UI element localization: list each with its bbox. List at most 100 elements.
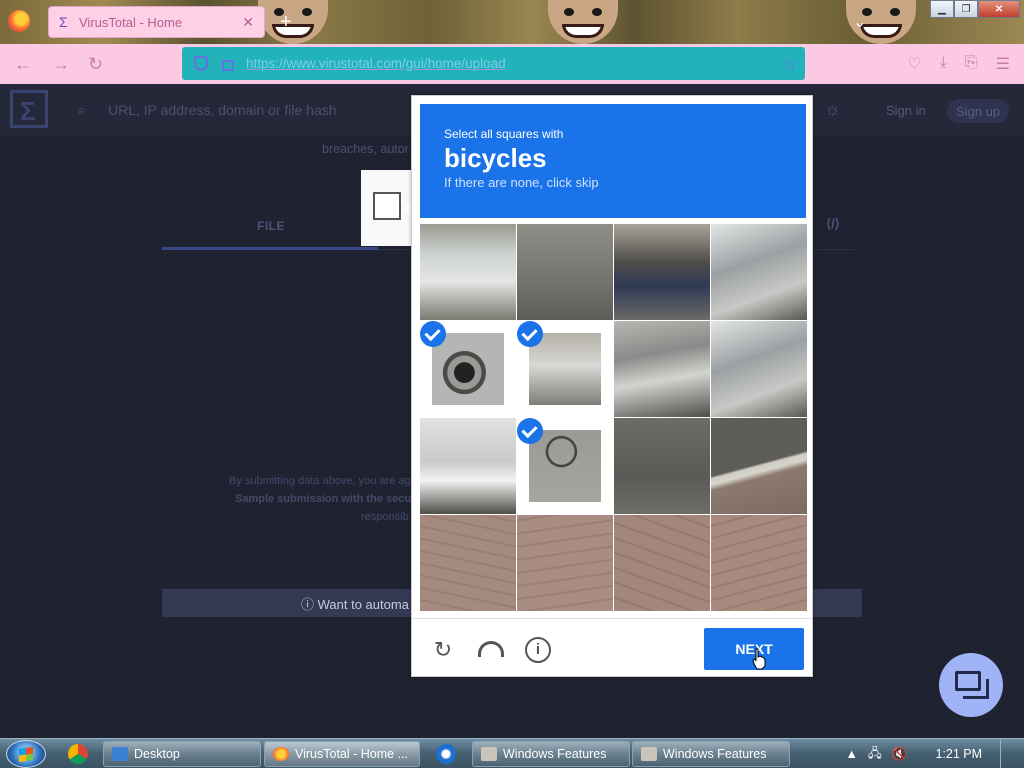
reload-icon[interactable]: ↻ bbox=[88, 54, 103, 75]
sign-up-button[interactable]: Sign up bbox=[947, 99, 1009, 123]
captcha-tile-image bbox=[614, 515, 710, 611]
maximize-button[interactable]: ❐ bbox=[954, 0, 978, 18]
new-tab-button[interactable]: + bbox=[280, 11, 292, 34]
captcha-tile-image bbox=[517, 515, 613, 611]
captcha-tile-image bbox=[711, 515, 807, 611]
captcha-tile[interactable] bbox=[420, 418, 516, 514]
close-window-button[interactable]: ✕ bbox=[978, 0, 1020, 18]
list-all-tabs-icon[interactable]: ⌄ bbox=[853, 12, 866, 32]
back-icon[interactable]: ← bbox=[14, 54, 32, 75]
tracking-shield-icon[interactable] bbox=[194, 56, 208, 71]
clock[interactable]: 1:21 PM bbox=[935, 747, 982, 761]
browser-tab-virustotal[interactable]: Σ VirusTotal - Home ✕ bbox=[48, 6, 265, 38]
terms-text: By submitting data above, you are ag bbox=[229, 475, 411, 487]
chat-button[interactable] bbox=[939, 653, 1003, 717]
captcha-tile[interactable] bbox=[517, 321, 613, 417]
virustotal-logo[interactable] bbox=[10, 90, 48, 128]
network-icon[interactable]: 🖧 bbox=[868, 744, 882, 765]
captcha-tile[interactable] bbox=[420, 321, 516, 417]
taskbar-item-virustotal[interactable]: VirusTotal - Home ... bbox=[264, 741, 420, 767]
captcha-tile[interactable] bbox=[517, 418, 613, 514]
search-input[interactable]: URL, IP address, domain or file hash bbox=[108, 102, 337, 118]
captcha-hint: If there are none, click skip bbox=[444, 175, 599, 190]
banner-text: ⓘ Want to automa bbox=[301, 596, 409, 612]
system-tray: ▲ 🖧 🔇 1:21 PM bbox=[846, 739, 1024, 768]
sign-in-link[interactable]: Sign in bbox=[886, 103, 926, 118]
captcha-tile[interactable] bbox=[711, 321, 807, 417]
browser-tab-strip: Σ VirusTotal - Home ✕ + ⌄ ▁ ❐ ✕ bbox=[0, 0, 1024, 44]
captcha-challenge: Select all squares with bicycles If ther… bbox=[411, 95, 813, 677]
captcha-tile-image bbox=[420, 418, 516, 514]
firefox-icon[interactable] bbox=[8, 10, 30, 32]
captcha-tile-image bbox=[711, 321, 807, 417]
menu-icon[interactable]: ☰ bbox=[996, 54, 1010, 74]
captcha-instruction: Select all squares with bbox=[444, 127, 564, 141]
window-controls: ▁ ❐ ✕ bbox=[930, 0, 1020, 18]
pocket-icon[interactable]: ♡ bbox=[907, 54, 921, 74]
tab-title: VirusTotal - Home bbox=[79, 14, 183, 30]
terms-text-end: responsib bbox=[361, 511, 409, 523]
reload-challenge-icon[interactable]: ↻ bbox=[430, 637, 456, 663]
captcha-tile[interactable] bbox=[420, 515, 516, 611]
show-desktop-button[interactable] bbox=[1000, 739, 1012, 768]
wallpaper-face-image bbox=[258, 0, 328, 44]
minimize-button[interactable]: ▁ bbox=[930, 0, 954, 18]
start-button[interactable] bbox=[6, 740, 46, 768]
tab-close-icon[interactable]: ✕ bbox=[242, 14, 254, 31]
url-bar[interactable]: https://www.virustotal.com/gui/home/uplo… bbox=[182, 47, 805, 80]
intro-text: breaches, autor bbox=[322, 142, 409, 156]
taskbar-item-desktop[interactable]: Desktop bbox=[103, 741, 261, 767]
url-text[interactable]: https://www.virustotal.com/gui/home/uplo… bbox=[246, 56, 506, 71]
captcha-tile[interactable] bbox=[711, 418, 807, 514]
toolbar-icons: ♡ ⤓ ⎘ ☰ bbox=[907, 54, 1010, 74]
bookmark-star-icon[interactable]: ☆ bbox=[783, 54, 797, 74]
captcha-tile[interactable] bbox=[711, 224, 807, 320]
forward-icon[interactable]: → bbox=[52, 54, 70, 75]
active-tab-indicator bbox=[162, 247, 378, 250]
windows-taskbar: Desktop VirusTotal - Home ... Windows Fe… bbox=[0, 738, 1024, 768]
captcha-checkbox[interactable] bbox=[373, 192, 401, 220]
show-hidden-icons[interactable]: ▲ bbox=[846, 747, 858, 761]
chrome-icon[interactable] bbox=[68, 744, 88, 764]
captcha-tile[interactable] bbox=[517, 224, 613, 320]
downloads-icon[interactable]: ⤓ bbox=[940, 54, 947, 74]
wallpaper-face-image bbox=[548, 0, 618, 44]
captcha-tile-image bbox=[614, 418, 710, 514]
theme-toggle-icon[interactable]: ☼ bbox=[824, 99, 841, 120]
selected-check-icon bbox=[420, 321, 446, 347]
windows-features-icon bbox=[641, 747, 657, 761]
volume-muted-icon[interactable]: 🔇 bbox=[892, 747, 908, 762]
api-code-icon[interactable]: ⟨/⟩ bbox=[826, 216, 840, 232]
virustotal-favicon-icon: Σ bbox=[59, 14, 68, 30]
captcha-tile-image bbox=[432, 333, 504, 405]
captcha-tile[interactable] bbox=[711, 515, 807, 611]
lock-icon[interactable] bbox=[222, 60, 234, 71]
ie-icon[interactable] bbox=[436, 744, 456, 764]
captcha-image-grid bbox=[420, 224, 807, 611]
hand-cursor-icon bbox=[752, 648, 766, 670]
captcha-tile[interactable] bbox=[517, 515, 613, 611]
captcha-tile-image bbox=[420, 224, 516, 320]
captcha-tile-image bbox=[529, 333, 601, 405]
taskbar-item-windows-features[interactable]: Windows Features bbox=[472, 741, 630, 767]
captcha-tile[interactable] bbox=[420, 224, 516, 320]
search-icon: ⌕ bbox=[78, 102, 86, 117]
captcha-tile-image bbox=[614, 321, 710, 417]
info-icon[interactable]: i bbox=[525, 637, 551, 663]
desktop-icon bbox=[112, 747, 128, 761]
tab-file[interactable]: FILE bbox=[257, 219, 285, 233]
audio-challenge-icon[interactable] bbox=[478, 641, 504, 657]
terms-text-bold: Sample submission with the secu bbox=[235, 493, 412, 505]
captcha-tile[interactable] bbox=[614, 418, 710, 514]
taskbar-item-windows-features-2[interactable]: Windows Features bbox=[632, 741, 790, 767]
captcha-tile[interactable] bbox=[614, 224, 710, 320]
captcha-tile-image bbox=[614, 224, 710, 320]
extensions-icon[interactable]: ⎘ bbox=[965, 54, 978, 74]
captcha-tile[interactable] bbox=[614, 515, 710, 611]
captcha-header: Select all squares with bicycles If ther… bbox=[420, 104, 806, 218]
captcha-tile-image bbox=[711, 418, 807, 514]
firefox-icon bbox=[273, 747, 289, 761]
captcha-tile-image bbox=[711, 224, 807, 320]
captcha-target: bicycles bbox=[444, 143, 547, 173]
captcha-tile[interactable] bbox=[614, 321, 710, 417]
